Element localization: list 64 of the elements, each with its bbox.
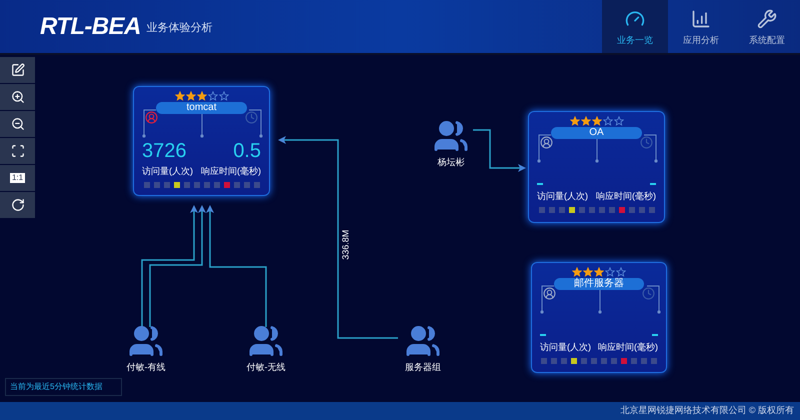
visits-label: 访问量(人次) [540, 341, 591, 353]
app-subtitle: 业务体验分析 [146, 21, 213, 36]
app-name: tomcat [156, 102, 247, 114]
wrench-icon [757, 8, 777, 28]
filled-star-icon [196, 91, 206, 101]
clock-icon [642, 287, 655, 300]
user-group-icon[interactable] [405, 323, 441, 359]
copyright-text: 北京星网锐捷网络技术有限公司 © 版权所有 [620, 404, 794, 418]
empty-star-icon [218, 91, 228, 101]
filled-star-icon [580, 116, 590, 126]
filled-star-icon [572, 267, 582, 277]
empty-star-icon [614, 116, 624, 126]
clock-icon [640, 136, 653, 149]
traffic-label: 336.8M [334, 225, 358, 265]
app-card[interactable]: 邮件服务器 访问量(人次) 响应时间(毫秒) [531, 262, 667, 373]
user-group-icon[interactable] [433, 118, 469, 154]
refresh-icon [10, 198, 24, 212]
user-group-label: 付敏-有线 [126, 361, 166, 374]
filled-star-icon [583, 267, 593, 277]
zoom-in-icon [10, 90, 24, 104]
response-dash [650, 183, 656, 185]
visits-dash [537, 183, 543, 185]
status-note: 当前为最近5分钟统计数据 [5, 378, 122, 396]
filled-star-icon [570, 116, 580, 126]
user-group-icon[interactable] [248, 323, 284, 359]
user-group-label: 杨坛彬 [438, 156, 464, 169]
nav-tab[interactable]: 应用分析 [668, 0, 734, 53]
response-label: 响应时间(毫秒) [201, 165, 261, 177]
app-name: 邮件服务器 [554, 278, 644, 290]
user-group-icon[interactable] [128, 323, 164, 359]
response-label: 响应时间(毫秒) [598, 341, 658, 353]
logo: RTL-BEA [40, 12, 141, 42]
bar-chart-icon [691, 8, 711, 28]
filled-star-icon [594, 267, 604, 277]
toolbar-button[interactable] [0, 192, 35, 218]
filled-star-icon [174, 91, 184, 101]
nav-tab[interactable]: 系统配置 [734, 0, 800, 53]
response-value: 0.5 [233, 140, 261, 162]
toolbar-button[interactable]: 1:1 [0, 165, 35, 191]
app-name: OA [551, 127, 642, 139]
toolbar-button[interactable] [0, 111, 35, 137]
clock-icon [245, 111, 258, 124]
visits-label: 访问量(人次) [142, 165, 193, 177]
toolbar-button[interactable] [0, 57, 35, 83]
fit-screen-icon [10, 144, 24, 158]
user-group-label: 付敏-无线 [246, 361, 286, 374]
response-dash [652, 334, 658, 336]
user-group-label: 服务器组 [405, 361, 441, 374]
toolbar-button[interactable] [0, 138, 35, 164]
app-card[interactable]: tomcat 3726 0.5 访问量(人次) 响应时间(毫秒) [133, 86, 270, 196]
edit-icon [10, 63, 24, 77]
visits-value: 3726 [142, 140, 186, 162]
visits-dash [540, 334, 546, 336]
nav-tab[interactable]: 业务一览 [602, 0, 668, 53]
response-label: 响应时间(毫秒) [596, 190, 656, 202]
connector-arrow [473, 129, 526, 172]
toolbar-button[interactable] [0, 84, 35, 110]
gauge-icon [625, 8, 645, 28]
empty-star-icon [616, 267, 626, 277]
visits-label: 访问量(人次) [537, 190, 588, 202]
zoom-out-icon [10, 117, 24, 131]
app-card[interactable]: OA 访问量(人次) 响应时间(毫秒) [528, 111, 665, 223]
filled-star-icon [186, 91, 196, 101]
filled-star-icon [592, 116, 602, 126]
